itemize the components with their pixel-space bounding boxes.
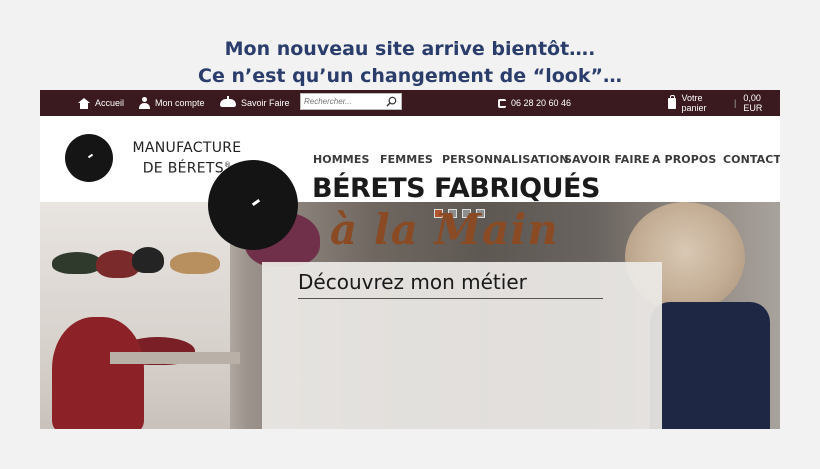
nav-item-contacts[interactable]: CONTACTS (723, 153, 780, 166)
announcement: Mon nouveau site arrive bientôt…. Ce n’e… (0, 36, 820, 90)
hero-logo-icon (208, 160, 298, 250)
nav-item-hommes[interactable]: HOMMES (313, 153, 370, 166)
home-icon (78, 97, 90, 109)
home-link[interactable]: Accueil (78, 90, 124, 116)
hat-shape (52, 252, 102, 274)
search-input[interactable] (301, 94, 383, 109)
top-utility-bar: Accueil Mon compte Savoir Faire 06 28 20… (40, 90, 780, 116)
cart-label: Votre panier (681, 93, 707, 113)
artisan-photo-body (650, 302, 770, 429)
phone-icon (498, 98, 506, 108)
phone-number: 06 28 20 60 46 (511, 98, 572, 108)
nav-item-a-propos[interactable]: A PROPOS (652, 153, 716, 166)
website-screenshot: Accueil Mon compte Savoir Faire 06 28 20… (40, 90, 780, 429)
nav-item-femmes[interactable]: FEMMES (380, 153, 433, 166)
hero-script-text: à la Main (330, 205, 559, 254)
account-label: Mon compte (155, 98, 205, 108)
hero-headline: BÉRETS FABRIQUÉS (312, 173, 600, 204)
cart-total: 0,00 EUR (743, 93, 763, 113)
hat-shape (132, 247, 164, 273)
announcement-line-2: Ce n’est qu’un changement de “look”… (198, 65, 622, 87)
savoir-faire-link[interactable]: Savoir Faire (220, 90, 290, 116)
search-icon[interactable] (386, 96, 397, 107)
search-box (300, 93, 402, 110)
nav-item-personnalisation[interactable]: PERSONNALISATION (442, 153, 569, 166)
cart-link[interactable]: Votre panier | 0,00 EUR (668, 90, 780, 116)
account-link[interactable]: Mon compte (139, 90, 205, 116)
user-icon (139, 97, 150, 109)
brand-logo-icon[interactable] (65, 134, 113, 182)
nav-item-savoir-faire[interactable]: SAVOIR FAIRE (564, 153, 650, 166)
hat-shape (170, 252, 220, 274)
hat-shape (52, 317, 144, 429)
brand-line-1: MANUFACTURE (132, 140, 242, 156)
shelf (110, 352, 240, 364)
savoir-faire-label: Savoir Faire (241, 98, 290, 108)
announcement-line-1: Mon nouveau site arrive bientôt…. (224, 38, 596, 60)
phone-contact[interactable]: 06 28 20 60 46 (498, 90, 571, 116)
home-label: Accueil (95, 98, 125, 108)
beret-icon (220, 96, 236, 107)
discover-link[interactable]: Découvrez mon métier (298, 270, 603, 299)
brand-line-2: DE BÉRETS (142, 160, 224, 177)
shopping-bag-icon (668, 94, 677, 109)
cart-separator: | (734, 98, 737, 108)
